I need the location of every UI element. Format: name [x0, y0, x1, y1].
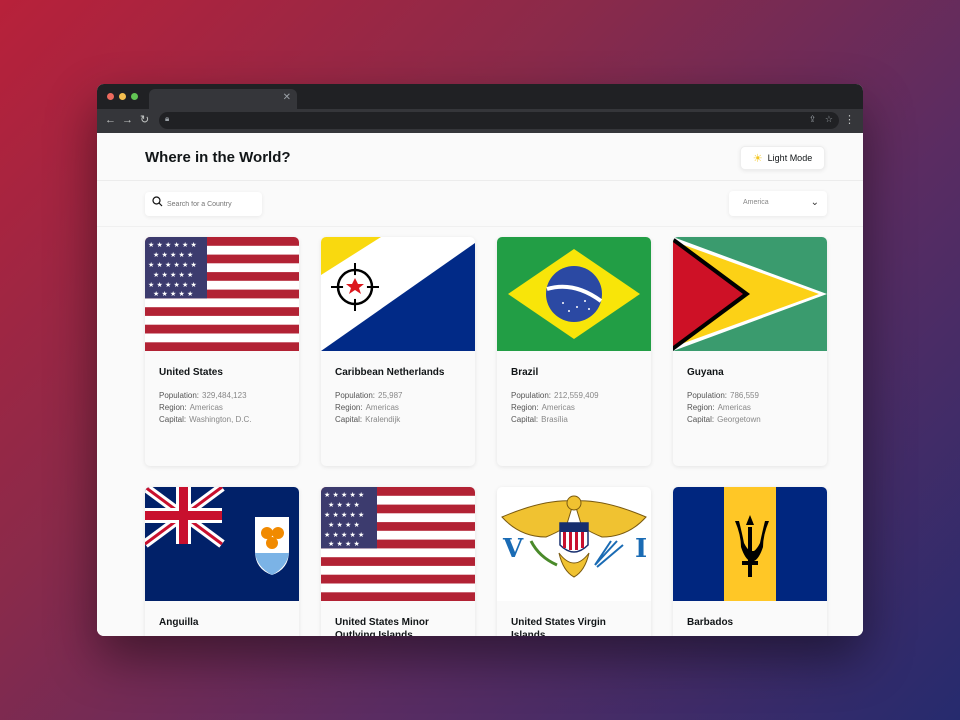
svg-text:★ ★ ★ ★ ★: ★ ★ ★ ★ ★: [153, 271, 193, 279]
svg-text:★ ★ ★ ★ ★ ★: ★ ★ ★ ★ ★ ★: [148, 281, 197, 289]
flag-united-states-virgin-islands: V I: [497, 487, 651, 601]
region-row: Region: Americas: [159, 403, 223, 412]
flag-barbados: [673, 487, 827, 601]
country-name: Brazil: [511, 367, 539, 378]
page-title: Where in the World?: [145, 149, 291, 166]
population-row: Population: 212,559,409: [511, 391, 599, 400]
tab-close-icon[interactable]: ✕: [283, 92, 291, 103]
country-name: Guyana: [687, 367, 724, 378]
flag-caribbean-netherlands: [321, 237, 475, 351]
svg-text:★ ★ ★ ★ ★: ★ ★ ★ ★ ★: [153, 251, 193, 259]
capital-row: Capital: Georgetown: [687, 415, 761, 424]
capital-row: Capital: Brasília: [511, 415, 568, 424]
country-name: United States: [159, 367, 223, 378]
search-input[interactable]: [167, 196, 257, 212]
capital-row: Capital: Washington, D.C.: [159, 415, 252, 424]
browser-window: ✕ ← → ↻ 🔒︎ ⇪ ☆ ⋮ Where in the World? ☀ L…: [97, 84, 863, 636]
flag-united-states: ★ ★ ★ ★ ★ ★★ ★ ★ ★ ★ ★ ★ ★ ★ ★ ★★ ★ ★ ★ …: [145, 237, 299, 351]
close-window-button[interactable]: [107, 93, 114, 100]
region-row: Region: Americas: [335, 403, 399, 412]
svg-text:V: V: [502, 534, 524, 564]
svg-text:★ ★ ★ ★ ★: ★ ★ ★ ★ ★: [324, 491, 364, 499]
theme-toggle-label: Light Mode: [767, 153, 813, 163]
country-name: United States Minor Outlying Islands: [335, 617, 429, 636]
bookmark-star-icon[interactable]: ☆: [825, 114, 833, 124]
country-name: Barbados: [687, 617, 734, 628]
chevron-down-icon: ⌄: [810, 197, 819, 208]
country-card[interactable]: ★ ★ ★ ★ ★ ★ ★ ★ ★ ★ ★ ★ ★ ★ ★ ★ ★ ★ ★ ★ ★ …: [321, 487, 475, 636]
country-name: Caribbean Netherlands: [335, 367, 445, 378]
svg-text:★ ★ ★ ★: ★ ★ ★ ★: [328, 540, 360, 548]
country-name: United States Virgin Islands: [511, 617, 606, 636]
region-row: Region: Americas: [687, 403, 751, 412]
svg-text:★ ★ ★ ★: ★ ★ ★ ★: [328, 521, 360, 529]
sun-icon: ☀: [752, 152, 763, 165]
flag-united-states-minor-outlying-islands: ★ ★ ★ ★ ★★ ★ ★ ★ ★ ★ ★ ★ ★★ ★ ★ ★ ★ ★ ★ …: [321, 487, 475, 601]
svg-text:★ ★ ★ ★ ★ ★: ★ ★ ★ ★ ★ ★: [148, 261, 197, 269]
svg-text:★ ★ ★ ★ ★: ★ ★ ★ ★ ★: [153, 290, 193, 298]
region-filter-select[interactable]: America ⌄: [729, 191, 827, 216]
flag-anguilla: [145, 487, 299, 601]
lock-icon: 🔒︎: [165, 114, 170, 123]
svg-text:★ ★ ★ ★: ★ ★ ★ ★: [328, 501, 360, 509]
country-name: Anguilla: [159, 617, 199, 628]
page-viewport: Where in the World? ☀ Light Mode America…: [97, 133, 863, 636]
browser-menu-icon[interactable]: ⋮: [844, 113, 855, 126]
svg-text:★ ★ ★ ★ ★: ★ ★ ★ ★ ★: [324, 531, 364, 539]
capital-row: Capital: Kralendijk: [335, 415, 401, 424]
region-row: Region: Americas: [511, 403, 575, 412]
controls-bar: America ⌄: [97, 181, 863, 227]
svg-text:★ ★ ★ ★ ★ ★: ★ ★ ★ ★ ★ ★: [148, 241, 197, 249]
forward-icon[interactable]: →: [122, 113, 133, 127]
share-icon[interactable]: ⇪: [809, 114, 817, 124]
search-icon: [152, 196, 163, 207]
maximize-window-button[interactable]: [131, 93, 138, 100]
search-box[interactable]: [145, 192, 262, 216]
country-card[interactable]: ★ ★ ★ ★ ★ ★ ★ ★ ★ ★ ★ ★ ★ ★ ★ ★ ★ ★ ★ ★ ★ …: [145, 237, 299, 466]
flag-brazil: [497, 237, 651, 351]
address-bar[interactable]: 🔒︎ ⇪ ☆: [159, 112, 839, 129]
region-filter-value: America: [743, 199, 769, 206]
population-row: Population: 786,559: [687, 391, 759, 400]
site-header: Where in the World? ☀ Light Mode: [97, 133, 863, 181]
theme-toggle-button[interactable]: ☀ Light Mode: [740, 146, 825, 170]
population-row: Population: 25,987: [335, 391, 403, 400]
svg-text:I: I: [635, 534, 647, 564]
svg-text:★ ★ ★ ★ ★: ★ ★ ★ ★ ★: [324, 511, 364, 519]
country-card[interactable]: Barbados: [673, 487, 827, 636]
country-card[interactable]: Anguilla: [145, 487, 299, 636]
tab-bar: ✕: [97, 84, 863, 109]
browser-toolbar: ← → ↻ 🔒︎ ⇪ ☆ ⋮: [97, 109, 863, 133]
back-icon[interactable]: ←: [105, 113, 116, 127]
country-card[interactable]: Brazil Population: 212,559,409 Region: Ame…: [497, 237, 651, 466]
minimize-window-button[interactable]: [119, 93, 126, 100]
population-row: Population: 329,484,123: [159, 391, 247, 400]
browser-tab[interactable]: ✕: [149, 89, 297, 109]
country-card[interactable]: V I United States Virgin Islands: [497, 487, 651, 636]
country-card[interactable]: Caribbean Netherlands Population: 25,987 …: [321, 237, 475, 466]
country-card[interactable]: Guyana Population: 786,559 Region: America…: [673, 237, 827, 466]
reload-icon[interactable]: ↻: [140, 113, 149, 127]
flag-guyana: [673, 237, 827, 351]
